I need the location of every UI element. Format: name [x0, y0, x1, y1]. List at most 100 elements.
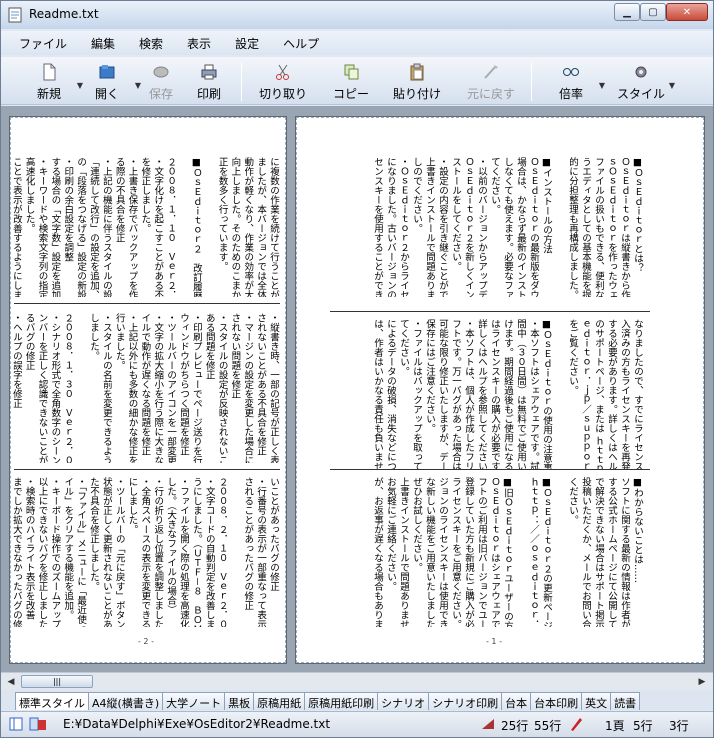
block-divider	[14, 303, 280, 304]
text-line: 投稿いただくか、メールでお問い合わせ	[580, 477, 591, 627]
paste-button[interactable]: 貼り付け	[387, 61, 447, 103]
style-tab[interactable]: 黒板	[224, 692, 255, 710]
text-line: いことがあったバグの修正	[268, 477, 279, 591]
text-line: るバグの修正	[23, 313, 35, 370]
print-button[interactable]: 印刷	[179, 61, 239, 103]
text-line: ｓＯｓＥｄｉｔｏｒを作ったウェブキャスター	[606, 157, 617, 297]
menu-view[interactable]: 表示	[181, 33, 217, 54]
text-line: にしました。	[126, 477, 138, 534]
text-line: で解決できない場合はサポート掲示板に	[593, 477, 604, 627]
horizontal-scrollbar[interactable]: ◀ ||| ▶	[1, 672, 713, 690]
style-tabs: 標準スタイル A4縦(横書き) 大学ノート 黒板 原稿用紙 原稿用紙印刷 シナリオ シナリオ印…	[1, 690, 713, 710]
text-line: ■インストールの方法	[541, 157, 552, 254]
encoding-icon[interactable]	[29, 717, 47, 731]
style-tab[interactable]: 台本印刷	[530, 692, 583, 710]
menu-edit[interactable]: 編集	[85, 33, 121, 54]
cut-button[interactable]: 切り取り	[253, 61, 313, 103]
copy-button[interactable]: コピー	[321, 61, 381, 103]
style-tab[interactable]: 大学ノート	[162, 692, 226, 710]
style-tab[interactable]: 原稿用紙印刷	[304, 692, 379, 710]
text-line: までしか拡大できなかったバグの修正	[10, 477, 22, 627]
new-button[interactable]: 新規 ▼	[19, 61, 83, 103]
scroll-thumb[interactable]: |||	[21, 675, 93, 688]
style-tab[interactable]: 読書	[610, 692, 641, 710]
style-tab[interactable]: 標準スタイル	[15, 692, 89, 710]
document-view[interactable]: に複数の作業を続けて行うことができ ましたが、本バージョンでは全体的に 動作が軽くな…	[1, 106, 713, 672]
text-line: する必要があります。詳しくはヘルプ	[606, 319, 617, 469]
text-line: センスキーを使用することができません。	[372, 157, 383, 297]
style-tab[interactable]: シナリオ	[377, 692, 430, 710]
style-button[interactable]: スタイル ▼	[611, 61, 675, 103]
page-1-bottom-block: ■わからないことは…… ソフトに関する最新の情報は作者が運営 する公式ホームページに…	[304, 477, 644, 627]
layout-icon[interactable]	[9, 717, 23, 731]
close-button[interactable]: ✕	[666, 3, 708, 21]
text-line: イル」をクリアする機能を追加。	[62, 477, 74, 620]
zoom-button[interactable]: 倍率 ▼	[541, 61, 605, 103]
text-line: ＯｓＥｄｉｔｏｒはシェアウェアです。	[489, 477, 500, 627]
style-tab[interactable]: シナリオ印刷	[428, 692, 503, 710]
text-line: ＯｓＥｄｉｔｏｒ２を新しくインストールして	[463, 157, 474, 297]
open-label: 開く	[94, 87, 119, 101]
text-line: ＯｓＥｄｉｔｏｒは縦書きから作り出した新し	[619, 157, 630, 297]
row-indicator: 5行	[633, 719, 653, 733]
text-line: ぜひお試しください。	[411, 477, 422, 572]
text-line: ｈｔｔｐ：／／ｏｓｅｄｉｔｏｒ．ｊｐ／	[528, 477, 539, 627]
text-line	[553, 477, 566, 627]
cut-label: 切り取り	[258, 87, 307, 101]
page-number: - 2 -	[138, 637, 154, 646]
style-tab[interactable]: 英文	[581, 692, 612, 710]
text-line: によるデータの破損、消失などについて	[385, 319, 396, 469]
text-line: ライセンスキーをご用意ください。	[450, 477, 461, 627]
open-folder-icon	[99, 65, 115, 79]
style-tab[interactable]: 台本	[501, 692, 532, 710]
text-line: 登録していた方も新規にご購入が必要	[463, 477, 474, 627]
toolbar-separator	[531, 63, 532, 101]
text-line: ・上記以外にも多数の細かな修正を	[126, 313, 138, 463]
zoom-dropdown-icon[interactable]: ▼	[599, 81, 605, 90]
text-line: 間中（３０日間）は無料でご使用いただ	[515, 319, 526, 469]
col-count: 55行	[534, 719, 562, 733]
text-line: ジョンのライセンスキーは使用できません。	[437, 477, 448, 627]
menu-settings[interactable]: 設定	[229, 33, 265, 54]
text-line: ２００８．２．１０ Ｖｅｒ２．０２	[216, 477, 228, 627]
page-2: に複数の作業を続けて行うことができ ましたが、本バージョンでは全体的に 動作が軽くな…	[9, 116, 287, 664]
text-line: 以上にできないバグを修正しました。	[36, 477, 48, 627]
text-line: ウィンドウがちらつく問題を修正	[177, 313, 189, 456]
minimize-button[interactable]: ▁	[614, 3, 640, 21]
scroll-right-icon[interactable]: ▶	[694, 674, 710, 690]
text-line: ・スタイルの設定が反映されないことが	[216, 313, 228, 463]
style-label: スタイル	[616, 87, 665, 101]
block-divider	[14, 469, 280, 470]
text-line: のサポートページ、または ｈｔｔｐ：／／ｏｓ	[593, 319, 604, 469]
undo-label: 元に戻す	[466, 87, 515, 101]
maximize-button[interactable]: ▢	[640, 3, 666, 21]
text-line: ・本ソフトはシェアウェアです。試用期	[528, 319, 539, 469]
menu-search[interactable]: 検索	[133, 33, 169, 54]
chart-icon	[482, 719, 494, 729]
menu-file[interactable]: ファイル	[13, 33, 73, 54]
text-line: た不具合を修正しました。	[87, 477, 99, 591]
page-indicator: 1頁	[605, 719, 625, 733]
text-line: ＯｓＥｄｉｔｏｒの最新版をダウンロードし	[528, 157, 539, 297]
text-line: 可能な限り修正いたしますが、データの	[437, 319, 448, 469]
style-dropdown-icon[interactable]: ▼	[669, 81, 675, 90]
open-button[interactable]: 開く ▼	[77, 61, 141, 103]
text-line: 入済みの方もライセンスキーを再発行	[619, 319, 630, 469]
undo-button[interactable]: 元に戻す	[461, 61, 521, 103]
text-line: 場合は、かならず最新のインストーラを使	[515, 157, 526, 297]
text-line: は、作者はいかなる責任も負いません。	[372, 319, 383, 469]
style-tab[interactable]: A4縦(横書き)	[88, 692, 164, 710]
text-line: ことで表示が改善するようにしました。	[10, 157, 22, 297]
text-line: 高速化しました。	[23, 157, 35, 233]
text-line: フトのご利用は旧バージョンでユーザー	[476, 477, 487, 627]
style-tab[interactable]: 原稿用紙	[253, 692, 306, 710]
toolbar-separator	[241, 63, 242, 101]
title-bar[interactable]: Readme.txt ▁ ▢ ✕	[1, 1, 713, 29]
scroll-left-icon[interactable]: ◀	[3, 674, 19, 690]
printer-icon	[201, 64, 217, 80]
page-1: ■ＯｓＥｄｉｔｏｒとは？ ＯｓＥｄｉｔｏｒは縦書きから作り出した新し ｓＯｓＥｄｉｔ…	[295, 116, 705, 664]
text-line: ２００８．１．３０ Ｖｅｒ２．０１	[62, 313, 74, 463]
menu-help[interactable]: ヘルプ	[277, 33, 325, 54]
text-line: てください。	[489, 157, 500, 214]
new-label: 新規	[36, 87, 61, 101]
